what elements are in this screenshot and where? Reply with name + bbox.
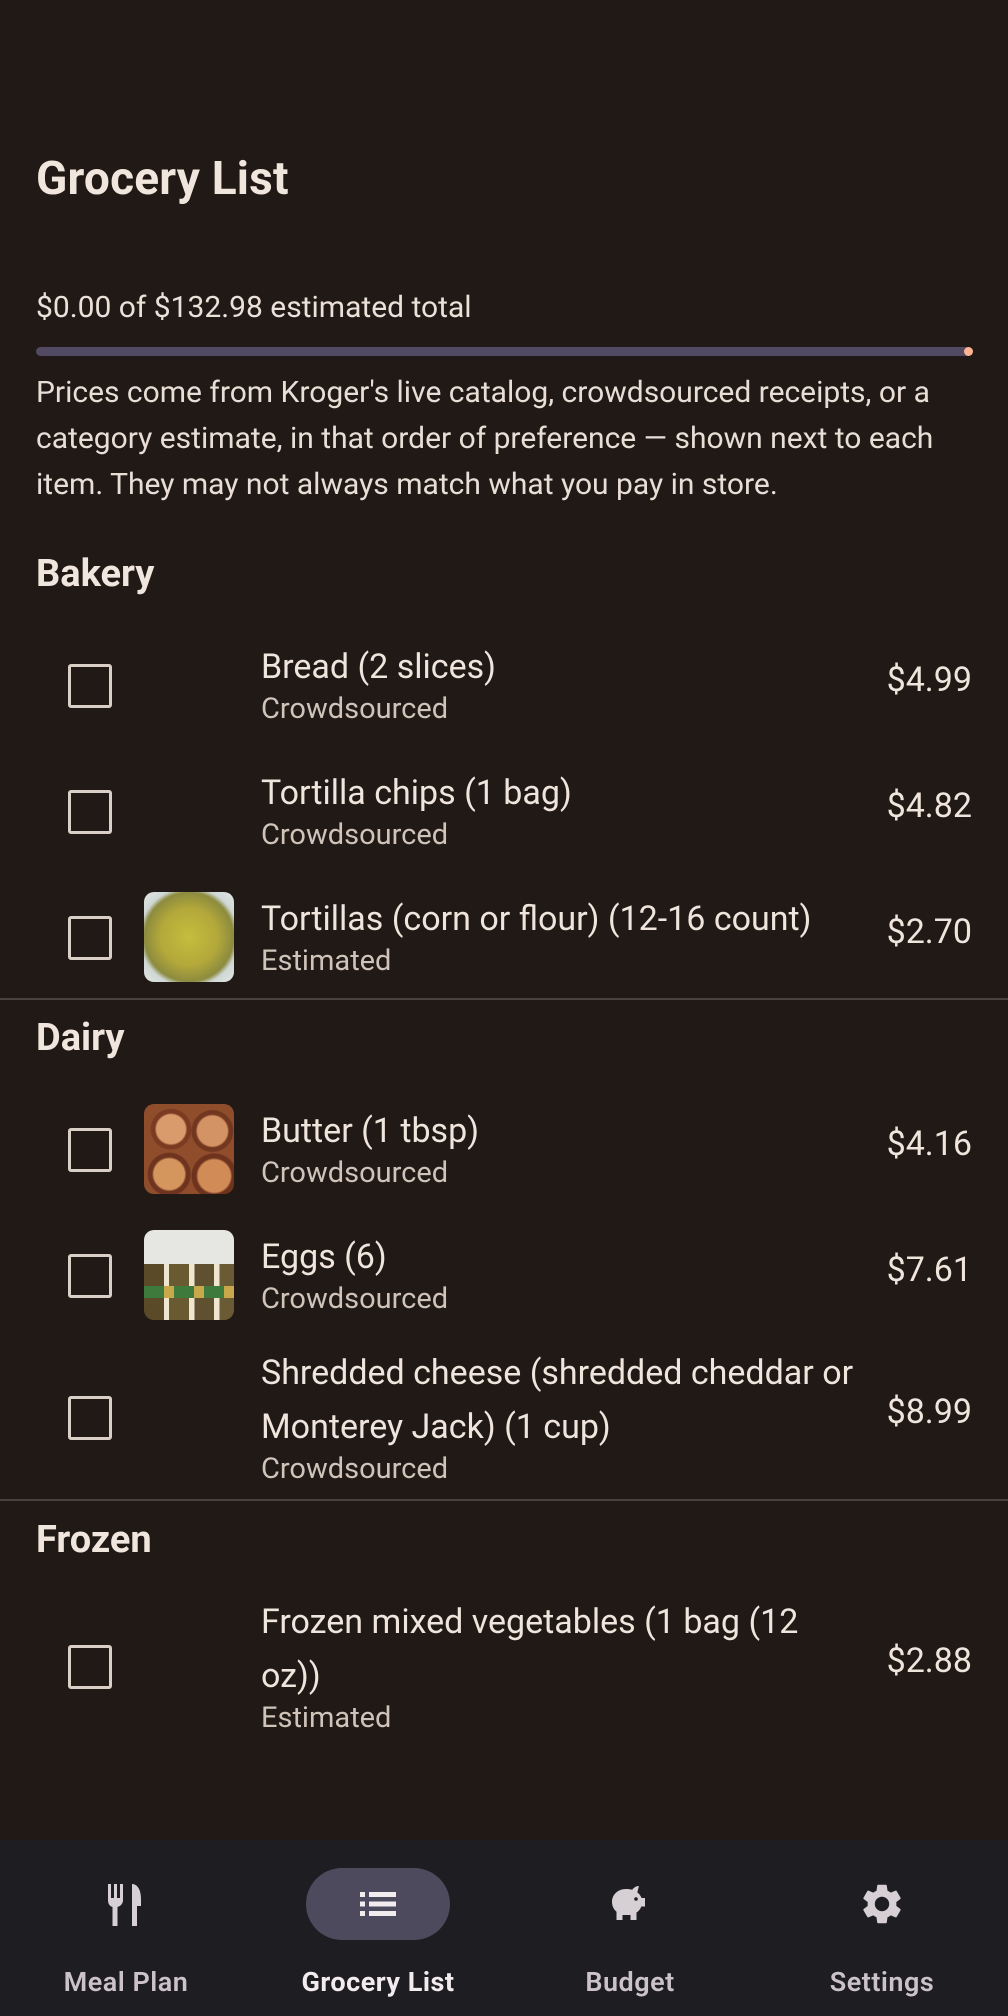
gear-icon xyxy=(863,1884,901,1924)
item-name: Bread (2 slices) xyxy=(261,647,496,687)
list-item[interactable]: Eggs (6) Crowdsourced $7.61 xyxy=(0,1230,1008,1340)
item-name: Tortillas (corn or flour) (12-16 count) xyxy=(261,899,812,939)
section-divider xyxy=(0,1499,1008,1501)
list-item[interactable]: Butter (1 tbsp) Crowdsourced $4.16 xyxy=(0,1104,1008,1214)
item-price-source: Crowdsourced xyxy=(261,692,449,726)
nav-meal-plan[interactable]: Meal Plan xyxy=(0,1840,252,2016)
nav-budget[interactable]: Budget xyxy=(504,1840,756,2016)
item-price: $4.99 xyxy=(886,660,972,700)
item-name: Tortilla chips (1 bag) xyxy=(261,773,572,813)
section-divider xyxy=(0,998,1008,1000)
item-price-source: Crowdsourced xyxy=(261,1282,449,1316)
butter-photo xyxy=(144,1104,234,1194)
list-item[interactable]: Tortillas (corn or flour) (12-16 count) … xyxy=(0,892,1008,1002)
item-checkbox[interactable] xyxy=(68,664,112,708)
list-item[interactable]: Shredded cheese (shredded cheddar or Mon… xyxy=(0,1346,1008,1496)
item-name: Butter (1 tbsp) xyxy=(261,1111,480,1151)
grocery-list-screen: Grocery List $0.00 of $132.98 estimated … xyxy=(0,0,1008,2016)
list-item[interactable]: Bread (2 slices) Crowdsourced $4.99 xyxy=(0,640,1008,750)
item-price-source: Estimated xyxy=(261,944,392,978)
item-name: Eggs (6) xyxy=(261,1237,387,1277)
item-name: Frozen mixed vegetables (1 bag (12 oz)) xyxy=(261,1602,799,1696)
nav-label: Settings xyxy=(829,1966,935,1998)
item-price: $4.16 xyxy=(886,1124,972,1164)
nav-grocery-list[interactable]: Grocery List xyxy=(252,1840,504,2016)
nav-settings[interactable]: Settings xyxy=(756,1840,1008,2016)
item-price-source: Crowdsourced xyxy=(261,1452,449,1486)
item-price: $2.88 xyxy=(886,1641,972,1681)
item-price: $2.70 xyxy=(886,912,972,952)
item-price-source: Crowdsourced xyxy=(261,818,449,852)
item-checkbox[interactable] xyxy=(68,790,112,834)
item-checkbox[interactable] xyxy=(68,1128,112,1172)
piggy-bank-icon xyxy=(612,1886,645,1920)
item-price: $4.82 xyxy=(886,786,972,826)
list-item[interactable]: Tortilla chips (1 bag) Crowdsourced $4.8… xyxy=(0,766,1008,876)
nav-label: Grocery List xyxy=(301,1966,455,1998)
item-checkbox[interactable] xyxy=(68,1645,112,1689)
item-checkbox[interactable] xyxy=(68,1396,112,1440)
item-price-source: Estimated xyxy=(261,1701,392,1735)
progress-end-dot xyxy=(964,347,973,356)
section-title-dairy: Dairy xyxy=(36,1016,125,1060)
item-name: Shredded cheese (shredded cheddar or Mon… xyxy=(261,1353,854,1447)
page-title: Grocery List xyxy=(36,152,289,206)
item-price: $8.99 xyxy=(886,1392,972,1432)
price-info-text: Prices come from Kroger's live catalog, … xyxy=(36,375,934,502)
fork-knife-icon xyxy=(108,1884,141,1926)
item-price-source: Crowdsourced xyxy=(261,1156,449,1190)
section-title-bakery: Bakery xyxy=(36,552,155,596)
nav-label: Budget xyxy=(585,1966,675,1998)
item-checkbox[interactable] xyxy=(68,1254,112,1298)
section-title-frozen: Frozen xyxy=(36,1518,152,1562)
tortillas-photo xyxy=(144,892,234,982)
item-price: $7.61 xyxy=(886,1250,972,1290)
bottom-navigation: Meal Plan Grocery List Budget Settings xyxy=(0,1840,1008,2016)
item-checkbox[interactable] xyxy=(68,916,112,960)
list-icon xyxy=(360,1892,396,1916)
budget-progress-bar xyxy=(36,347,973,356)
eggs-photo xyxy=(144,1230,234,1320)
estimated-total: $0.00 of $132.98 estimated total xyxy=(36,290,472,325)
nav-label: Meal Plan xyxy=(63,1966,189,1998)
list-item[interactable]: Frozen mixed vegetables (1 bag (12 oz)) … xyxy=(0,1595,1008,1745)
